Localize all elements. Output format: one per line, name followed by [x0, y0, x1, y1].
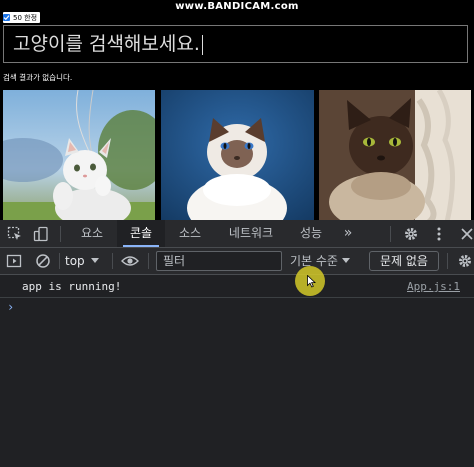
toolbar-divider — [148, 253, 149, 269]
tab-network[interactable]: 네트워크 — [218, 220, 284, 247]
toolbar-divider — [447, 253, 448, 269]
eye-icon[interactable] — [121, 252, 139, 270]
checkbox-checked-icon[interactable] — [3, 14, 10, 21]
issues-button[interactable]: 문제 없음 — [369, 251, 439, 271]
devtools-panel: 요소 콘솔 소스 네트워크 성능 » top 필터 기본 수준 문제 없음 ap… — [0, 220, 474, 467]
dropdown-arrow-icon — [341, 258, 350, 263]
dropdown-arrow-icon — [90, 258, 99, 263]
more-tabs-button[interactable]: » — [337, 220, 359, 247]
limit-toggle-label: 50 한정 — [13, 13, 38, 22]
tab-elements[interactable]: 요소 — [68, 220, 116, 247]
cat-search-app: www.BANDICAM.com 50 한정 고양이를 검색해보세요. 검색 결… — [0, 0, 474, 222]
text-caret — [201, 34, 203, 55]
tab-sources[interactable]: 소스 — [166, 220, 214, 247]
console-log-row: app is running! App.js:1 — [0, 276, 474, 298]
console-toolbar: top 필터 기본 수준 문제 없음 — [0, 248, 474, 275]
cat-image-white-kitten[interactable] — [3, 90, 155, 222]
gear-icon[interactable] — [456, 252, 474, 270]
filter-input[interactable]: 필터 — [156, 251, 282, 271]
toolbar-divider — [59, 253, 60, 269]
devtools-tabbar: 요소 콘솔 소스 네트워크 성능 » — [0, 220, 474, 248]
cat-image-birman[interactable] — [161, 90, 314, 222]
tabbar-divider — [390, 226, 391, 242]
tab-performance[interactable]: 성능 — [287, 220, 335, 247]
filter-placeholder: 필터 — [163, 254, 186, 268]
tab-console[interactable]: 콘솔 — [117, 220, 165, 247]
close-icon[interactable] — [458, 225, 474, 243]
inspect-icon[interactable] — [6, 225, 24, 243]
context-label: top — [65, 254, 85, 268]
bandicam-watermark: www.BANDICAM.com — [175, 1, 299, 12]
sidebar-toggle-icon[interactable] — [5, 252, 23, 270]
kebab-menu-icon[interactable] — [430, 225, 448, 243]
tabbar-divider — [60, 226, 61, 242]
gear-icon[interactable] — [402, 225, 420, 243]
toolbar-divider — [112, 253, 113, 269]
limit-toggle[interactable]: 50 한정 — [3, 12, 41, 23]
search-input[interactable]: 고양이를 검색해보세요. — [3, 25, 468, 63]
search-input-text: 고양이를 검색해보세요. — [13, 33, 200, 55]
context-selector[interactable]: top — [65, 251, 99, 271]
cat-image-siamese[interactable] — [319, 90, 471, 222]
log-source-link[interactable]: App.js:1 — [407, 276, 460, 297]
log-message: app is running! — [22, 280, 122, 293]
status-message: 검색 결과가 없습니다. — [3, 73, 73, 82]
log-levels-dropdown[interactable]: 기본 수준 — [290, 251, 350, 271]
console-prompt[interactable]: › — [7, 300, 14, 314]
device-toggle-icon[interactable] — [32, 225, 50, 243]
clear-console-icon[interactable] — [34, 252, 52, 270]
